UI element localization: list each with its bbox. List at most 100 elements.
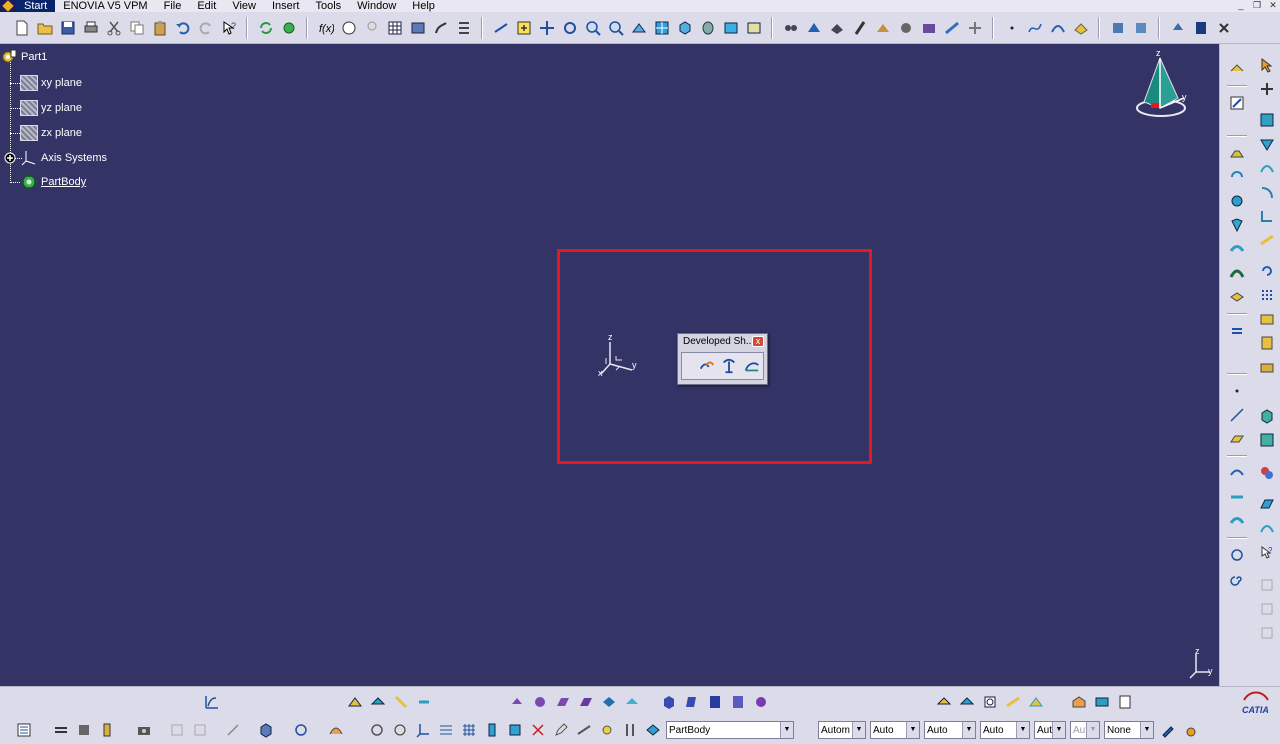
toolbar-title-bar[interactable]: Developed Sh... x bbox=[678, 334, 767, 350]
material-icon[interactable] bbox=[325, 720, 346, 740]
feature-icon-3[interactable] bbox=[552, 692, 573, 712]
knowledge-icon[interactable] bbox=[338, 18, 359, 38]
feature-icon-1[interactable] bbox=[506, 692, 527, 712]
table-icon[interactable] bbox=[384, 18, 405, 38]
join-icon[interactable] bbox=[1226, 320, 1248, 342]
point-tool-icon[interactable] bbox=[1226, 380, 1248, 402]
feature-icon-5[interactable] bbox=[598, 692, 619, 712]
tree-node-partbody[interactable]: PartBody bbox=[20, 173, 86, 191]
surface-icon[interactable] bbox=[1047, 18, 1068, 38]
cut-tool-icon[interactable] bbox=[527, 720, 548, 740]
restore-button[interactable]: ❐ bbox=[1250, 0, 1264, 11]
fly-mode-icon[interactable] bbox=[490, 18, 511, 38]
catia-app-icon[interactable] bbox=[0, 0, 16, 12]
graphic-combo-5[interactable]: Aut ▼ bbox=[1034, 721, 1066, 739]
point-icon[interactable] bbox=[1001, 18, 1022, 38]
menu-window[interactable]: Window bbox=[349, 0, 404, 12]
offset-icon[interactable] bbox=[1226, 238, 1248, 260]
grid-tool-icon-1[interactable] bbox=[435, 720, 456, 740]
feature-icon-4[interactable] bbox=[575, 692, 596, 712]
stack-icon-1[interactable] bbox=[1256, 308, 1278, 330]
undo-icon[interactable] bbox=[172, 18, 193, 38]
analysis-icon-7[interactable] bbox=[918, 18, 939, 38]
new-document-icon[interactable] bbox=[11, 18, 32, 38]
cylinder-icon[interactable] bbox=[1226, 214, 1248, 236]
paste-icon[interactable] bbox=[149, 18, 170, 38]
update-icon[interactable] bbox=[255, 18, 276, 38]
menu-insert[interactable]: Insert bbox=[264, 0, 308, 12]
curve-icon-3[interactable] bbox=[1256, 205, 1278, 227]
workbench-icon-2[interactable] bbox=[1091, 692, 1112, 712]
solid-icon-1[interactable] bbox=[658, 692, 679, 712]
tree-node-yz-plane[interactable]: yz plane bbox=[20, 99, 82, 117]
tree-node-part1[interactable]: Part1 bbox=[0, 48, 47, 66]
minimize-button[interactable]: _ bbox=[1234, 0, 1248, 11]
unfold-icon[interactable] bbox=[719, 356, 739, 376]
whats-this-icon[interactable]: ? bbox=[218, 18, 239, 38]
projection-icon[interactable] bbox=[1226, 462, 1248, 484]
tools-bar-icon-2[interactable] bbox=[73, 720, 94, 740]
menu-view[interactable]: View bbox=[224, 0, 264, 12]
solid-icon-3[interactable] bbox=[704, 692, 725, 712]
boolean-icon[interactable] bbox=[1256, 429, 1278, 451]
develop-icon[interactable] bbox=[697, 356, 717, 376]
solid-icon-2[interactable] bbox=[681, 692, 702, 712]
axis-tool-icon[interactable] bbox=[412, 720, 433, 740]
surface-analysis-icon[interactable] bbox=[1256, 493, 1278, 515]
part-body-tool-icon[interactable] bbox=[642, 720, 663, 740]
pencil-tool-icon[interactable] bbox=[550, 720, 571, 740]
grid-icon[interactable] bbox=[1256, 109, 1278, 131]
analysis-icon-3[interactable] bbox=[826, 18, 847, 38]
hierarchy-icon[interactable] bbox=[13, 720, 34, 740]
line-tool-icon[interactable] bbox=[1226, 404, 1248, 426]
repetition-icon[interactable] bbox=[1256, 260, 1278, 282]
3d-compass[interactable]: z y bbox=[1132, 48, 1190, 120]
select-arrow-icon[interactable] bbox=[1256, 54, 1278, 76]
graphic-combo-6[interactable]: Aut ▼ bbox=[1070, 721, 1100, 739]
shape-tool-icon-1[interactable] bbox=[344, 692, 365, 712]
box-3d-icon[interactable] bbox=[255, 720, 276, 740]
analysis-icon-9[interactable] bbox=[964, 18, 985, 38]
tools-bar-icon-1[interactable] bbox=[50, 720, 71, 740]
copy-icon[interactable] bbox=[126, 18, 147, 38]
analysis-icon-8[interactable] bbox=[941, 18, 962, 38]
menu-enovia[interactable]: ENOVIA V5 VPM bbox=[55, 0, 155, 12]
iso-view-icon[interactable] bbox=[674, 18, 695, 38]
menu-tools[interactable]: Tools bbox=[307, 0, 349, 12]
menu-start[interactable]: Start bbox=[16, 0, 56, 12]
pan-icon[interactable] bbox=[536, 18, 557, 38]
transfer-icon[interactable] bbox=[742, 356, 762, 376]
curve-icon-4[interactable] bbox=[1256, 229, 1278, 251]
stack-icon-3[interactable] bbox=[1256, 356, 1278, 378]
lamp-icon[interactable] bbox=[361, 18, 382, 38]
menu-help[interactable]: Help bbox=[404, 0, 443, 12]
box-icon[interactable] bbox=[1256, 405, 1278, 427]
catalog-icon[interactable] bbox=[407, 18, 428, 38]
tree-node-xy-plane[interactable]: xy plane bbox=[20, 74, 82, 92]
color-material-icon[interactable] bbox=[1256, 462, 1278, 484]
graphic-combo-7[interactable]: None ▼ bbox=[1104, 721, 1154, 739]
plane-tool-icon[interactable] bbox=[1070, 18, 1091, 38]
advanced-icon-2[interactable] bbox=[956, 692, 977, 712]
sketcher-icon[interactable] bbox=[1226, 58, 1248, 80]
graphic-combo-4[interactable]: Auto ▼ bbox=[980, 721, 1030, 739]
text-tool-icon[interactable] bbox=[222, 720, 243, 740]
solid-icon-5[interactable] bbox=[750, 692, 771, 712]
current-body-select[interactable]: PartBody ▼ bbox=[666, 721, 794, 739]
feature-icon-6[interactable] bbox=[621, 692, 642, 712]
expand-plus-icon[interactable] bbox=[4, 152, 16, 164]
disabled-icon-2[interactable] bbox=[189, 720, 210, 740]
advanced-icon-4[interactable] bbox=[1002, 692, 1023, 712]
reorder-icon[interactable] bbox=[453, 18, 474, 38]
fit-all-in-icon[interactable] bbox=[513, 18, 534, 38]
painter-icon[interactable] bbox=[1180, 720, 1201, 740]
advanced-icon-1[interactable] bbox=[933, 692, 954, 712]
list-tool-icon[interactable] bbox=[619, 720, 640, 740]
swap-visible-space-icon[interactable] bbox=[743, 18, 764, 38]
close-toolbar-button[interactable]: x bbox=[752, 336, 764, 347]
plane-create-icon[interactable] bbox=[1226, 428, 1248, 450]
grid-tool-icon-2[interactable] bbox=[458, 720, 479, 740]
constraint-icon[interactable] bbox=[1256, 133, 1278, 155]
extrude-icon[interactable] bbox=[1226, 142, 1248, 164]
shape-tool-icon-3[interactable] bbox=[390, 692, 411, 712]
